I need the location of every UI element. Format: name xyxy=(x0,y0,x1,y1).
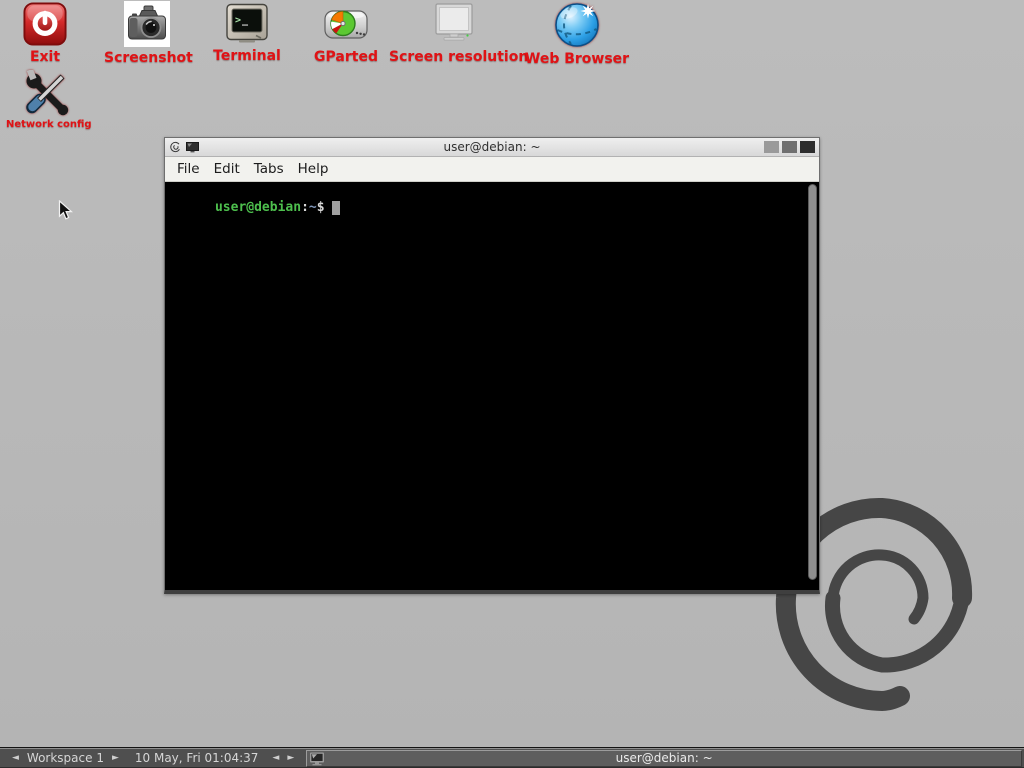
workspace-label[interactable]: Workspace 1 xyxy=(23,751,108,765)
window-title: user@debian: ~ xyxy=(165,140,819,154)
desktop-icon-screenshot[interactable]: Screenshot xyxy=(104,1,190,66)
close-button[interactable] xyxy=(800,141,815,153)
scrollbar-thumb[interactable] xyxy=(808,184,817,580)
terminal-window: user@debian: ~ File Edit Tabs Help user@… xyxy=(164,137,820,594)
menu-help[interactable]: Help xyxy=(291,159,336,179)
terminal-menubar: File Edit Tabs Help xyxy=(165,157,819,182)
camera-icon xyxy=(124,1,170,47)
minimize-button[interactable] xyxy=(764,141,779,153)
icon-label-terminal: Terminal xyxy=(207,48,287,64)
desktop-icon-screen-resolution[interactable]: Screen resolution xyxy=(389,2,519,65)
svg-text:>: > xyxy=(235,15,241,26)
icon-label-gparted: GParted xyxy=(305,49,387,65)
gparted-disk-icon xyxy=(322,2,370,46)
desktop-icon-network-config[interactable]: Network config xyxy=(6,70,88,130)
taskbar-window-button[interactable]: user@debian: ~ xyxy=(306,750,1022,767)
desktop-icon-terminal[interactable]: > _ Terminal xyxy=(207,3,287,64)
maximize-button[interactable] xyxy=(782,141,797,153)
exit-power-icon xyxy=(23,2,67,46)
icon-label-exit: Exit xyxy=(5,49,85,65)
tasklist-prev-arrow[interactable]: ◄ xyxy=(268,748,283,768)
task-button-title: user@debian: ~ xyxy=(616,751,713,765)
taskbar: ◄ Workspace 1 ► 10 May, Fri 01:04:37 ◄ ►… xyxy=(0,747,1024,768)
icon-label-screenshot: Screenshot xyxy=(104,50,190,66)
terminal-titlebar[interactable]: user@debian: ~ xyxy=(165,138,819,157)
desktop-icon-web-browser[interactable]: Web Browser xyxy=(524,0,630,67)
tools-wrench-screwdriver-icon xyxy=(23,70,71,116)
terminal-cursor xyxy=(332,201,340,215)
desktop-icon-gparted[interactable]: GParted xyxy=(305,2,387,65)
menu-file[interactable]: File xyxy=(170,159,207,179)
workspace-next-arrow[interactable]: ► xyxy=(108,748,123,768)
taskbar-clock: 10 May, Fri 01:04:37 xyxy=(131,751,263,765)
globe-icon xyxy=(553,0,601,48)
debian-swirl-icon xyxy=(169,141,181,153)
prompt-path: ~ xyxy=(309,200,317,215)
tasklist-next-arrow[interactable]: ► xyxy=(283,748,298,768)
terminal-mini-icon xyxy=(186,142,199,153)
monitor-icon xyxy=(431,2,477,46)
prompt-separator: : xyxy=(301,200,309,215)
icon-label-screen-resolution: Screen resolution xyxy=(389,49,519,65)
icon-label-network-config: Network config xyxy=(6,119,88,130)
mouse-cursor xyxy=(58,200,74,222)
shell-prompt: user@debian:~$ xyxy=(168,185,340,230)
terminal-content[interactable]: user@debian:~$ xyxy=(165,182,819,589)
menu-edit[interactable]: Edit xyxy=(207,159,247,179)
task-monitor-icon xyxy=(309,752,325,766)
menu-tabs[interactable]: Tabs xyxy=(247,159,291,179)
terminal-scrollbar[interactable] xyxy=(807,184,818,585)
workspace-prev-arrow[interactable]: ◄ xyxy=(8,748,23,768)
icon-label-web-browser: Web Browser xyxy=(524,51,630,67)
terminal-crt-icon: > _ xyxy=(225,3,269,45)
prompt-symbol: $ xyxy=(317,200,333,215)
desktop-icon-exit[interactable]: Exit xyxy=(5,2,85,65)
prompt-user-host: user@debian xyxy=(215,200,301,215)
svg-text:_: _ xyxy=(242,15,249,26)
